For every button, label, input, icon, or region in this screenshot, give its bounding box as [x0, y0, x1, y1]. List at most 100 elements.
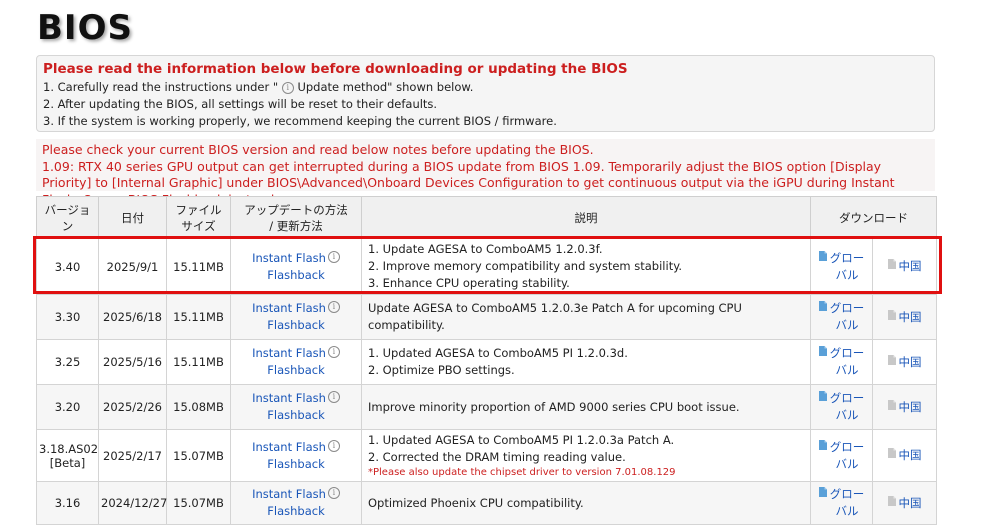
size-cell: 15.11MB	[166, 238, 231, 295]
size-cell: 15.11MB	[166, 339, 231, 385]
table-row: 3.25 2025/5/16 15.11MB Instant Flash i Flashb…	[36, 339, 937, 385]
table-row: 3.30 2025/6/18 15.11MB Instant Flash i Flashb…	[36, 294, 937, 340]
description-cell: Improve minority proportion of AMD 9000 …	[361, 384, 811, 430]
description-cell: Optimized Phoenix CPU compatibility.	[361, 481, 811, 525]
date-cell: 2025/6/18	[98, 294, 167, 340]
download-china-cell: 中国	[872, 294, 937, 340]
instant-flash-link[interactable]: Instant Flash	[252, 391, 326, 405]
download-china-link[interactable]: 中国	[887, 495, 922, 512]
method-cell: Instant Flash i Flashback	[230, 481, 362, 525]
description-line: 3. Enhance CPU operating stability.	[368, 276, 570, 290]
instant-flash-link[interactable]: Instant Flash	[252, 487, 326, 501]
download-global-cell: グロー バル	[810, 384, 873, 430]
table-row: 3.16 2024/12/27 15.07MB Instant Flash i Flash…	[36, 481, 937, 525]
version-cell-text: 3.30	[54, 310, 81, 324]
date-cell: 2025/5/16	[98, 339, 167, 385]
instant-flash-link[interactable]: Instant Flash	[252, 440, 326, 454]
page-title: BIOS	[37, 8, 133, 48]
info-icon[interactable]: i	[327, 250, 340, 263]
file-icon	[887, 259, 899, 273]
download-china-link[interactable]: 中国	[887, 354, 922, 371]
version-cell: 3.18.AS02 [Beta]	[36, 429, 99, 482]
file-icon	[887, 399, 899, 414]
table-header-row: バージョン 日付 ファイル サイズ アップデートの方法 / 更新方法 説明 ダウンロ…	[36, 196, 937, 239]
description-line: 1. Updated AGESA to ComboAM5 PI 1.2.0.3d…	[368, 346, 628, 360]
size-cell: 15.08MB	[166, 384, 231, 430]
download-global-link[interactable]: グロー バル	[818, 486, 864, 520]
notice-line-2: 2. After updating the BIOS, all settings…	[43, 97, 438, 111]
header-date: 日付	[98, 196, 167, 239]
warning-box: Please check your current BIOS version a…	[36, 139, 935, 207]
download-global-link[interactable]: グロー バル	[818, 300, 864, 334]
size-cell: 15.07MB	[166, 429, 231, 482]
table-row: 3.40 2025/9/1 15.11MB Instant Flash i Flashba…	[36, 238, 937, 295]
info-icon[interactable]: i	[327, 301, 340, 313]
method-cell: Instant Flash i Flashback	[230, 339, 362, 385]
header-description: 説明	[361, 196, 811, 239]
download-china-cell: 中国	[872, 238, 937, 295]
download-global-link[interactable]: グロー バル	[818, 250, 864, 284]
description-line: 2. Corrected the DRAM timing reading val…	[368, 449, 626, 464]
version-cell: 3.16	[36, 481, 99, 525]
download-global-cell: グロー バル	[810, 481, 873, 525]
file-icon	[818, 346, 830, 360]
file-icon	[818, 439, 830, 454]
notice-line-1: 1. Carefully read the instructions under…	[43, 80, 474, 94]
method-cell: Instant Flash i Flashback	[230, 294, 362, 340]
flashback-link[interactable]: Flashback	[233, 362, 359, 379]
instant-flash-link[interactable]: Instant Flash	[252, 251, 326, 265]
file-icon	[818, 301, 830, 315]
notice-line-3: 3. If the system is working properly, we…	[43, 114, 557, 128]
download-china-cell: 中国	[872, 339, 937, 385]
header-size: ファイル サイズ	[166, 196, 231, 239]
download-global-cell: グロー バル	[810, 238, 873, 295]
download-global-cell: グロー バル	[810, 339, 873, 385]
warning-line-1: Please check your current BIOS version a…	[42, 142, 594, 157]
version-cell-text: 3.40	[54, 259, 81, 274]
flashback-link[interactable]: Flashback	[233, 317, 359, 334]
bios-table: バージョン 日付 ファイル サイズ アップデートの方法 / 更新方法 説明 ダウンロ…	[36, 196, 937, 525]
download-china-link[interactable]: 中国	[887, 447, 922, 464]
info-icon[interactable]: i	[327, 391, 340, 403]
file-icon	[887, 354, 899, 369]
download-global-cell: グロー バル	[810, 429, 873, 482]
date-cell: 2025/2/26	[98, 384, 167, 430]
method-cell: Instant Flash i Flashback	[230, 429, 362, 482]
flashback-link[interactable]: Flashback	[233, 503, 359, 520]
description-cell: 1. Updated AGESA to ComboAM5 PI 1.2.0.3a…	[361, 429, 811, 482]
method-cell: Instant Flash i Flashback	[230, 238, 362, 295]
description-line: Optimized Phoenix CPU compatibility.	[368, 495, 584, 510]
description-cell: 1. Updated AGESA to ComboAM5 PI 1.2.0.3d…	[361, 339, 811, 385]
size-cell: 15.07MB	[166, 481, 231, 525]
flashback-link[interactable]: Flashback	[233, 456, 359, 473]
download-global-link[interactable]: グロー バル	[818, 439, 864, 473]
version-tag: [Beta]	[49, 455, 86, 470]
download-china-cell: 中国	[872, 384, 937, 430]
flashback-link[interactable]: Flashback	[233, 267, 359, 284]
download-global-link[interactable]: グロー バル	[818, 390, 864, 424]
download-global-link[interactable]: グロー バル	[818, 345, 864, 379]
notice-heading: Please read the information below before…	[43, 61, 628, 77]
file-icon	[887, 448, 899, 462]
description-line: Improve minority proportion of AMD 9000 …	[368, 399, 740, 414]
date-cell: 2024/12/27	[98, 481, 167, 525]
description-note: *Please also update the chipset driver t…	[368, 466, 676, 478]
download-china-link[interactable]: 中国	[887, 258, 922, 275]
download-china-link[interactable]: 中国	[887, 399, 922, 416]
info-icon[interactable]: i	[327, 439, 340, 452]
download-china-link[interactable]: 中国	[887, 309, 922, 326]
version-cell: 3.25	[36, 339, 99, 385]
flashback-link[interactable]: Flashback	[233, 407, 359, 424]
download-china-cell: 中国	[872, 429, 937, 482]
download-global-cell: グロー バル	[810, 294, 873, 340]
date-cell: 2025/2/17	[98, 429, 167, 482]
instant-flash-link[interactable]: Instant Flash	[252, 301, 326, 315]
version-cell: 3.20	[36, 384, 99, 430]
instant-flash-link[interactable]: Instant Flash	[252, 346, 326, 360]
info-icon[interactable]: i	[327, 346, 340, 358]
info-icon[interactable]: i	[327, 487, 340, 499]
notice-box: Please read the information below before…	[36, 55, 935, 132]
version-cell-text: 3.18.AS02	[39, 441, 99, 456]
header-version: バージョン	[36, 196, 99, 239]
version-cell-text: 3.16	[54, 496, 81, 510]
